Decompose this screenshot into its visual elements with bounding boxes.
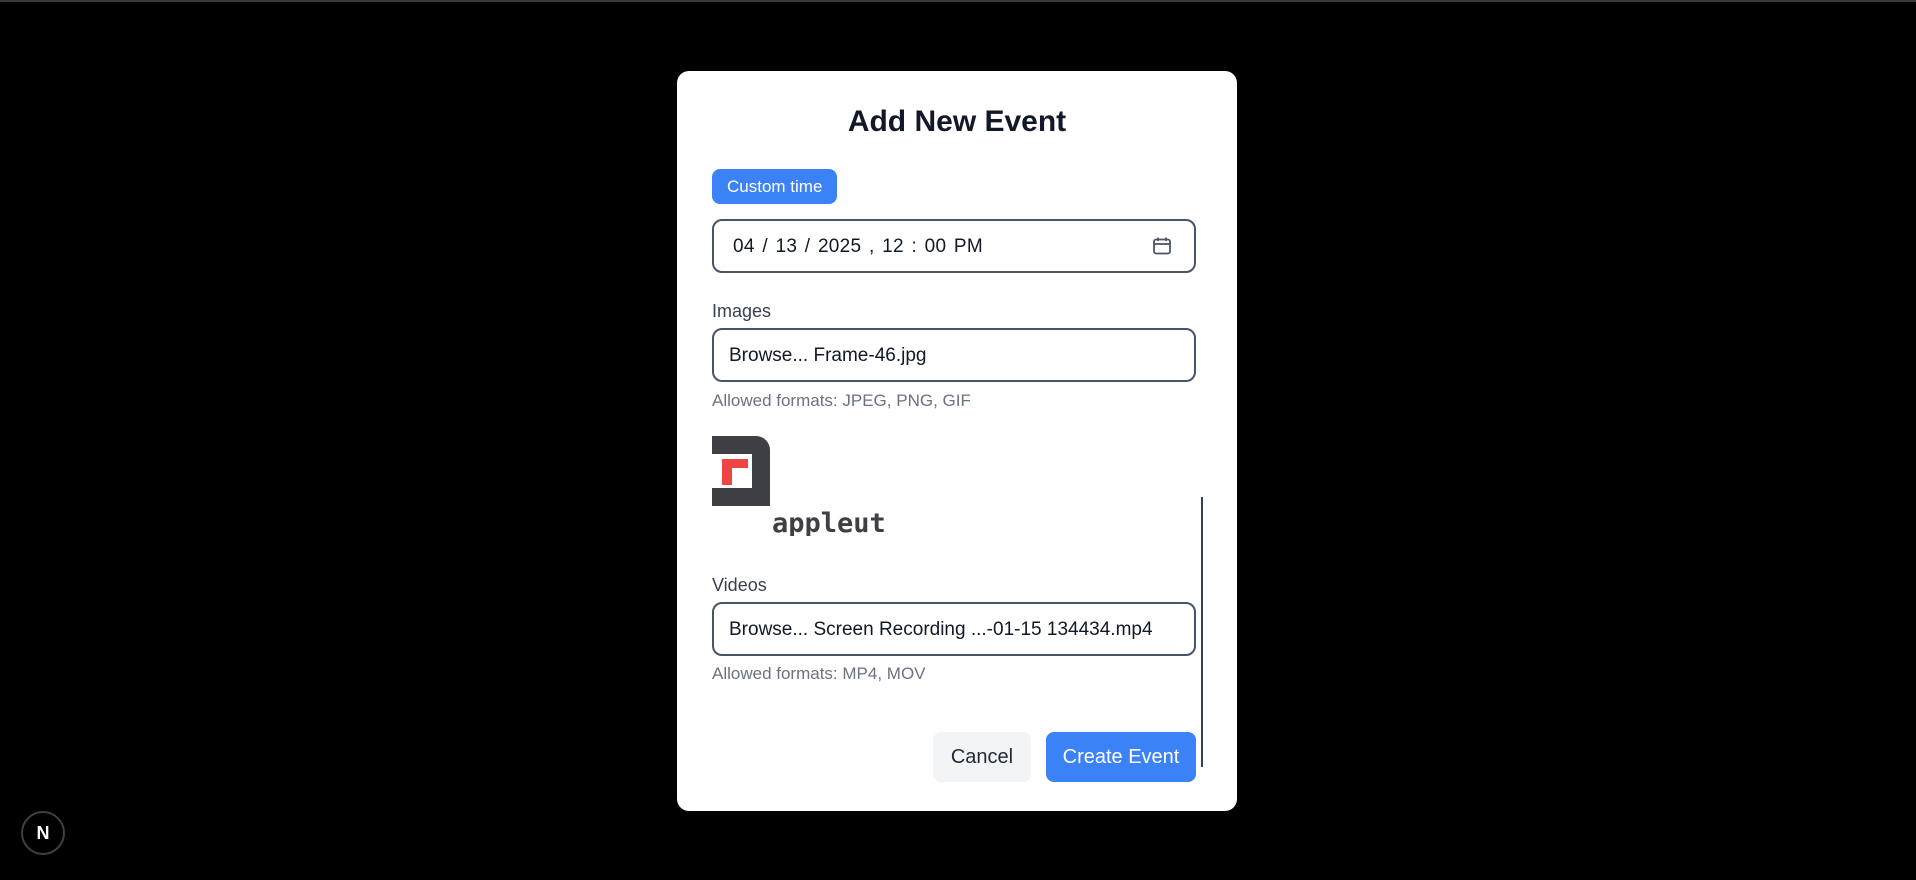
cancel-button[interactable]: Cancel: [933, 732, 1031, 782]
images-file-input[interactable]: Browse... Frame-46.jpg: [712, 328, 1196, 382]
images-format-hint: Allowed formats: JPEG, PNG, GIF: [712, 391, 971, 410]
datetime-value: 04 / 13 / 2025 , 12 : 00 PM: [733, 236, 984, 257]
videos-file-name: Screen Recording ...-01-15 134434.mp4: [813, 619, 1153, 640]
videos-browse-button[interactable]: Browse...: [729, 619, 808, 640]
images-browse-button[interactable]: Browse...: [729, 345, 808, 366]
add-event-modal: Add New Event Custom time 04 / 13 / 2025…: [677, 71, 1237, 811]
scrollbar[interactable]: [1201, 497, 1203, 767]
videos-file-input[interactable]: Browse... Screen Recording ...-01-15 134…: [712, 602, 1196, 656]
calendar-icon[interactable]: [1152, 236, 1172, 256]
modal-title: Add New Event: [847, 105, 1067, 138]
datetime-input[interactable]: 04 / 13 / 2025 , 12 : 00 PM: [712, 219, 1196, 273]
create-event-button[interactable]: Create Event: [1046, 732, 1196, 782]
dev-tools-badge[interactable]: N: [21, 811, 65, 855]
preview-logo-text: appleut: [772, 508, 886, 536]
videos-format-hint: Allowed formats: MP4, MOV: [712, 664, 926, 683]
images-file-name: Frame-46.jpg: [813, 345, 927, 366]
image-preview: appleut: [712, 436, 886, 536]
videos-label: Videos: [712, 575, 767, 595]
custom-time-button[interactable]: Custom time: [712, 169, 838, 204]
top-border: [0, 0, 1916, 2]
images-label: Images: [712, 301, 772, 321]
